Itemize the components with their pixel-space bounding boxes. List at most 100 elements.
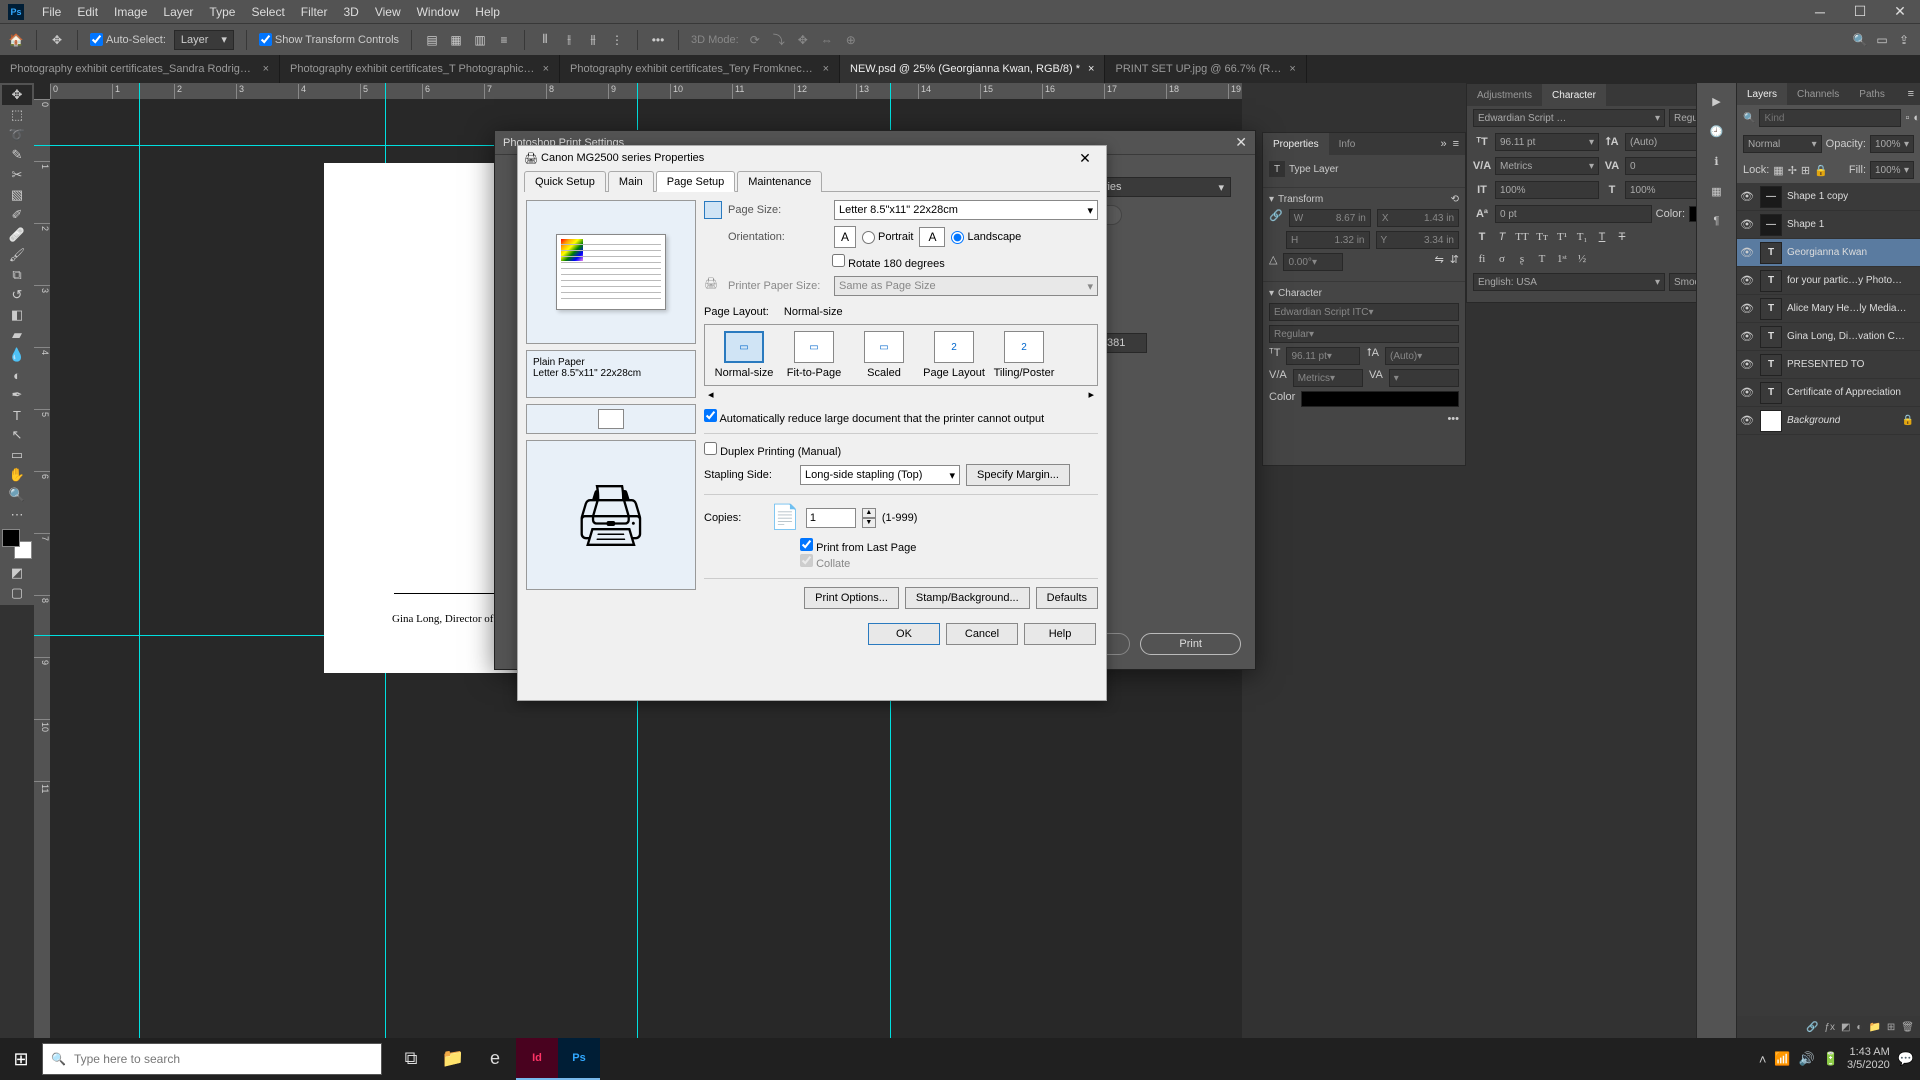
menu-type[interactable]: Type (201, 5, 243, 19)
layer-thumb[interactable]: T (1760, 382, 1782, 404)
marquee-tool[interactable]: ⬚ (2, 105, 32, 125)
edit-toolbar[interactable]: ⋯ (2, 505, 32, 525)
align-bottom-icon[interactable]: ⫵ (585, 32, 601, 48)
char-kerning[interactable]: Metrics▾ (1495, 157, 1599, 175)
gradient-tool[interactable]: ▰ (2, 325, 32, 345)
3d-slide-icon[interactable]: ⇔ (819, 32, 835, 48)
layout-fit[interactable]: ▭Fit-to-Page (781, 331, 847, 379)
adjustment-icon[interactable]: ◐ (1856, 1022, 1862, 1033)
layout-pagelayout[interactable]: 2Page Layout (921, 331, 987, 379)
panel-more-icon[interactable]: ••• (1447, 413, 1459, 425)
visibility-icon[interactable]: 👁 (1739, 274, 1755, 287)
transform-y[interactable]: Y 3.34 in (1376, 231, 1460, 249)
flip-h-icon[interactable]: ⇋ (1435, 253, 1444, 271)
canon-tab-pagesetup[interactable]: Page Setup (656, 171, 736, 192)
stapling-select[interactable]: Long-side stapling (Top)▾ (800, 465, 960, 485)
transform-x[interactable]: X 1.43 in (1377, 209, 1459, 227)
bold-button[interactable]: T (1473, 229, 1491, 245)
clone-tool[interactable]: ⧉ (2, 265, 32, 285)
ruler-vertical[interactable]: 01234567891011 (34, 99, 50, 1038)
ligatures-button[interactable]: fi (1473, 251, 1491, 267)
filter-pixel-icon[interactable]: ▫ (1905, 112, 1909, 124)
flip-v-icon[interactable]: ⇵ (1450, 253, 1459, 271)
fg-bg-swatches[interactable] (2, 529, 32, 559)
doc-tab-3[interactable]: NEW.psd @ 25% (Georgianna Kwan, RGB/8) *… (840, 55, 1105, 83)
layer-row[interactable]: 👁—Shape 1 (1737, 211, 1920, 239)
history-icon[interactable]: 🕘 (1705, 119, 1729, 143)
layer-thumb[interactable]: T (1760, 270, 1782, 292)
copies-down[interactable]: ▼ (862, 518, 876, 528)
layout-normal[interactable]: ▭Normal-size (711, 331, 777, 379)
char-font-size[interactable]: 96.11 pt▾ (1495, 133, 1599, 151)
tab-channels[interactable]: Channels (1787, 83, 1849, 105)
visibility-icon[interactable]: 👁 (1739, 386, 1755, 399)
page-size-select[interactable]: Letter 8.5"x11" 22x28cm▾ (834, 200, 1098, 220)
start-button[interactable]: ⊞ (0, 1038, 42, 1080)
rotate-180-checkbox[interactable]: Rotate 180 degrees (832, 254, 945, 270)
canon-tab-main[interactable]: Main (608, 171, 654, 192)
specify-margin-button[interactable]: Specify Margin... (966, 464, 1070, 486)
dodge-tool[interactable]: ◐ (2, 365, 32, 385)
scroll-right-icon[interactable]: ▸ (1088, 388, 1094, 401)
portrait-radio[interactable]: Portrait (862, 231, 913, 244)
eyedropper-tool[interactable]: ✐ (2, 205, 32, 225)
lock-pixels-icon[interactable]: ▦ (1773, 164, 1783, 177)
3d-orbit-icon[interactable]: ⟳ (747, 32, 763, 48)
reset-icon[interactable]: ⟲ (1451, 194, 1459, 205)
taskbar-search[interactable]: 🔍 Type here to search (42, 1043, 382, 1075)
rectangle-tool[interactable]: ▭ (2, 445, 32, 465)
clock[interactable]: 1:43 AM 3/5/2020 (1847, 1046, 1890, 1072)
ruler-horizontal[interactable]: 012345678910111213141516171819 (50, 83, 1242, 99)
pen-tool[interactable]: ✒ (2, 385, 32, 405)
healing-tool[interactable]: 🩹 (2, 225, 32, 245)
auto-reduce-checkbox[interactable]: Automatically reduce large document that… (704, 413, 1044, 425)
wifi-icon[interactable]: 📶 (1774, 1051, 1790, 1067)
menu-edit[interactable]: Edit (69, 5, 106, 19)
layer-row[interactable]: 👁TGina Long, Di…vation Center (1737, 323, 1920, 351)
duplex-checkbox[interactable]: Duplex Printing (Manual) (704, 446, 841, 458)
close-icon[interactable]: ✕ (1070, 150, 1100, 167)
titling-button[interactable]: T (1533, 251, 1551, 267)
eraser-tool[interactable]: ◧ (2, 305, 32, 325)
tab-adjustments[interactable]: Adjustments (1467, 84, 1542, 106)
group-icon[interactable]: 📁 (1868, 1022, 1880, 1033)
link-icon[interactable]: 🔗 (1269, 209, 1283, 227)
lock-all-icon[interactable]: 🔒 (1814, 164, 1828, 177)
stylistic-button[interactable]: σ (1493, 251, 1511, 267)
char-language[interactable]: English: USA▾ (1473, 273, 1665, 291)
type-tool[interactable]: T (2, 405, 32, 425)
3d-pan-icon[interactable]: ✥ (795, 32, 811, 48)
layout-tiling[interactable]: 2Tiling/Poster (991, 331, 1057, 379)
visibility-icon[interactable]: 👁 (1739, 246, 1755, 259)
screen-mode-tool[interactable]: ▢ (2, 583, 32, 603)
layer-row[interactable]: 👁Background🔒 (1737, 407, 1920, 435)
layer-thumb[interactable]: T (1760, 326, 1782, 348)
visibility-icon[interactable]: 👁 (1739, 414, 1755, 427)
distribute-icon[interactable]: ≡ (496, 32, 512, 48)
hand-tool[interactable]: ✋ (2, 465, 32, 485)
opacity-field[interactable]: 100%▾ (1870, 135, 1914, 153)
font-style-select[interactable]: Regular▾ (1269, 325, 1459, 343)
3d-roll-icon[interactable]: ⤵ (771, 32, 787, 48)
indesign-icon[interactable]: Id (516, 1038, 558, 1080)
path-select-tool[interactable]: ↖ (2, 425, 32, 445)
battery-icon[interactable]: 🔋 (1823, 1051, 1839, 1067)
share-icon[interactable]: ⇪ (1896, 32, 1912, 48)
auto-select-target[interactable]: Layer▾ (174, 30, 234, 50)
menu-3d[interactable]: 3D (335, 5, 366, 19)
smallcaps-button[interactable]: Tᴛ (1533, 229, 1551, 245)
canon-tab-quicksetup[interactable]: Quick Setup (524, 171, 606, 192)
volume-icon[interactable]: 🔊 (1799, 1051, 1815, 1067)
link-layers-icon[interactable]: 🔗 (1806, 1022, 1818, 1033)
char-vscale[interactable]: 100% (1495, 181, 1599, 199)
play-icon[interactable]: ▶ (1705, 89, 1729, 113)
doc-tab-1[interactable]: Photography exhibit certificates_T Photo… (280, 55, 560, 83)
blur-tool[interactable]: 💧 (2, 345, 32, 365)
visibility-icon[interactable]: 👁 (1739, 330, 1755, 343)
lasso-tool[interactable]: ➰ (2, 125, 32, 145)
text-color-swatch[interactable] (1301, 391, 1459, 407)
char-baseline[interactable]: 0 pt (1495, 205, 1652, 223)
app-close-button[interactable]: ✕ (1880, 0, 1920, 23)
history-brush-tool[interactable]: ↺ (2, 285, 32, 305)
copies-up[interactable]: ▲ (862, 508, 876, 518)
